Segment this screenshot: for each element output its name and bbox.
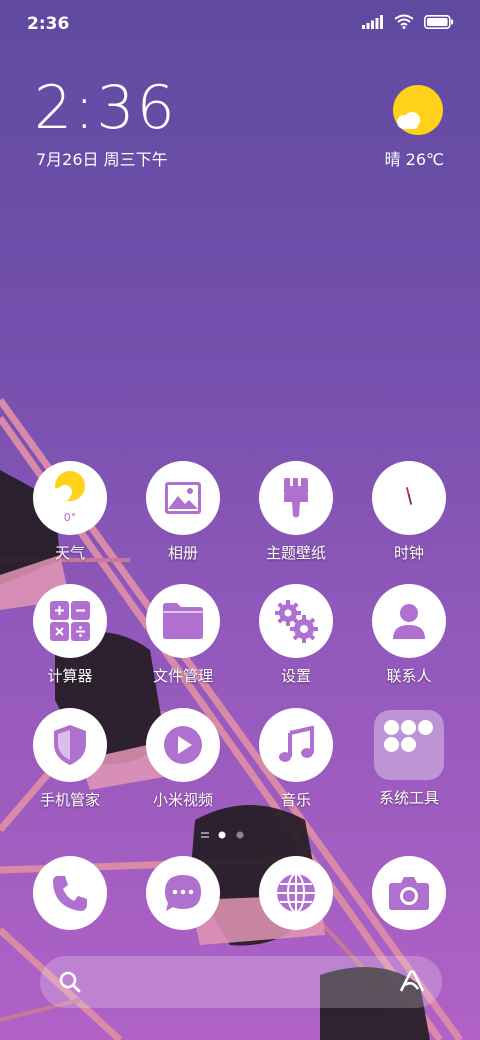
phone-icon	[53, 876, 87, 911]
recorder-mini-icon	[384, 720, 399, 735]
app-label: 音乐	[280, 791, 311, 809]
calculator-icon	[50, 601, 90, 641]
paintbrush-icon	[284, 478, 308, 518]
app-calculator[interactable]: 计算器	[15, 584, 125, 686]
clock-icon	[406, 487, 412, 505]
gallery-icon	[165, 482, 201, 514]
globe-icon	[277, 873, 315, 913]
battery-icon	[424, 14, 454, 29]
dock-messages[interactable]	[128, 856, 238, 930]
app-label: 计算器	[47, 667, 93, 685]
play-icon	[164, 726, 202, 764]
page-indicator	[201, 831, 244, 839]
drive-mini-icon	[401, 720, 416, 735]
app-label: 主题壁纸	[265, 544, 326, 562]
search-bar[interactable]	[40, 956, 442, 1008]
wifi-icon	[394, 14, 414, 29]
app-themes[interactable]: 主题壁纸	[241, 461, 351, 563]
camera-icon	[389, 877, 429, 910]
status-time: 2:36	[27, 14, 70, 34]
app-clock[interactable]: 时钟	[354, 461, 464, 563]
app-music[interactable]: 音乐	[241, 708, 351, 810]
folder-system-tools[interactable]: 系统工具	[354, 708, 464, 808]
compass-mini-icon	[384, 737, 399, 752]
app-label: 系统工具	[378, 789, 439, 807]
folder-grid-icon	[374, 710, 444, 780]
weather-app-temp: 0°	[63, 511, 77, 524]
weather-text: 晴 26℃	[384, 150, 444, 169]
sun-cloud-icon	[393, 85, 443, 135]
person-icon	[393, 604, 425, 639]
shield-icon	[54, 725, 86, 765]
chat-bubble-icon	[165, 875, 201, 911]
app-security[interactable]: 手机管家	[15, 708, 125, 810]
gears-icon	[275, 600, 318, 643]
app-weather[interactable]: 0° 天气	[15, 461, 125, 563]
folder-icon	[163, 603, 203, 639]
app-label: 设置	[280, 667, 311, 685]
ai-assistant-icon[interactable]	[398, 970, 426, 994]
search-icon	[59, 971, 81, 993]
app-label: 天气	[54, 544, 85, 562]
status-bar: 2:36	[0, 0, 480, 50]
clock-widget-time[interactable]: 2:36	[34, 78, 177, 138]
signal-icon	[362, 14, 383, 29]
app-settings[interactable]: 设置	[241, 584, 351, 686]
app-label: 小米视频	[152, 791, 213, 809]
weather-widget[interactable]: 晴 26℃	[354, 84, 444, 169]
app-label: 联系人	[386, 667, 432, 685]
app-label: 文件管理	[152, 667, 213, 685]
weather-app-icon: 0°	[33, 461, 107, 535]
app-label: 手机管家	[39, 791, 100, 809]
app-label: 相册	[167, 544, 198, 562]
music-note-icon	[279, 725, 314, 762]
app-mi-video[interactable]: 小米视频	[128, 708, 238, 810]
dock-phone[interactable]	[15, 856, 125, 930]
app-files[interactable]: 文件管理	[128, 584, 238, 686]
app-contacts[interactable]: 联系人	[354, 584, 464, 686]
clock-widget-date: 7月26日 周三下午	[36, 150, 168, 169]
dock-camera[interactable]	[354, 856, 464, 930]
app-gallery[interactable]: 相册	[128, 461, 238, 563]
scanner-mini-icon	[401, 737, 416, 752]
mic-mini-icon	[418, 720, 433, 735]
app-label: 时钟	[393, 544, 424, 562]
dock-browser[interactable]	[241, 856, 351, 930]
